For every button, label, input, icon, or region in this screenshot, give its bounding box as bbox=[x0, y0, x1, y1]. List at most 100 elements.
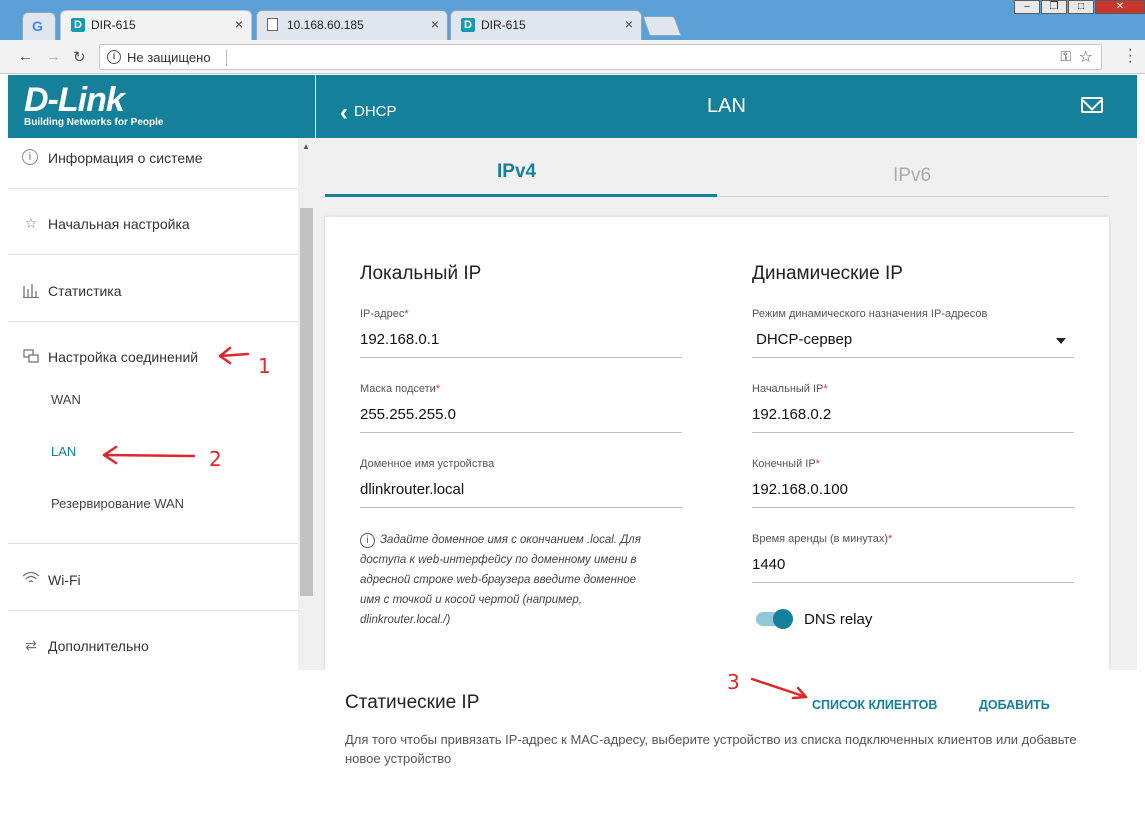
close-icon[interactable]: × bbox=[235, 16, 243, 32]
minimize-button[interactable]: – bbox=[1014, 0, 1040, 14]
input-underline bbox=[360, 507, 682, 508]
logo-text: D-Link bbox=[24, 81, 125, 119]
static-ip-description: Для того чтобы привязать IP-адрес к МАС-… bbox=[345, 732, 1077, 766]
tab-ipv6[interactable]: IPv6 bbox=[893, 165, 931, 187]
tab-title: DIR-615 bbox=[91, 18, 136, 32]
start-ip-input[interactable]: 192.168.0.2 bbox=[752, 406, 831, 423]
subnet-mask-input[interactable]: 255.255.255.0 bbox=[360, 406, 456, 423]
clients-list-button[interactable]: СПИСОК КЛИЕНТОВ bbox=[812, 698, 937, 712]
brand-logo[interactable]: D-Link Building Networks for People bbox=[8, 75, 315, 138]
sidebar-item-label: Wi-Fi bbox=[48, 572, 81, 588]
info-icon: i bbox=[22, 149, 38, 165]
divider bbox=[226, 49, 227, 66]
scroll-up-icon[interactable]: ▲ bbox=[302, 142, 310, 151]
dynamic-ip-title: Динамические IP bbox=[752, 263, 903, 284]
dhcp-mode-select[interactable]: DHCP-сервер bbox=[756, 331, 852, 348]
divider bbox=[8, 188, 298, 189]
end-ip-label: Конечный IP* bbox=[752, 458, 820, 470]
google-icon: G bbox=[32, 18, 43, 34]
star-icon: ☆ bbox=[24, 215, 38, 231]
arrows-icon: ⇄ bbox=[25, 637, 37, 653]
annotation-arrow-3 bbox=[750, 677, 808, 700]
input-underline bbox=[752, 582, 1074, 583]
sidebar-subitem-wan-backup[interactable]: Резервирование WAN bbox=[51, 496, 184, 511]
restore-button[interactable]: ❐ bbox=[1041, 0, 1067, 14]
dlink-favicon-icon: D bbox=[461, 18, 475, 32]
divider bbox=[8, 610, 298, 611]
active-tab-indicator bbox=[325, 194, 717, 197]
sidebar-item-label: Дополнительно bbox=[48, 638, 149, 654]
annotation-number-1: 1 bbox=[258, 354, 271, 378]
tab-title: 10.168.60.185 bbox=[287, 18, 364, 32]
reload-icon[interactable]: ↻ bbox=[73, 48, 86, 66]
divider bbox=[8, 321, 298, 322]
tab-ipv4[interactable]: IPv4 bbox=[497, 161, 536, 183]
static-ip-title: Статические IP bbox=[345, 692, 480, 713]
dns-relay-label: DNS relay bbox=[804, 611, 873, 628]
browser-titlebar: G D DIR-615 × 10.168.60.185 × D DIR-615 … bbox=[0, 0, 1145, 40]
lan-settings-card: Локальный IP IP-адрес* 192.168.0.1 Маска… bbox=[325, 217, 1109, 670]
dlink-favicon-icon: D bbox=[71, 18, 85, 32]
ip-address-label: IP-адрес* bbox=[360, 308, 409, 320]
security-label: Не защищено bbox=[127, 50, 211, 65]
google-app-tab[interactable]: G bbox=[22, 12, 56, 40]
forward-arrow-icon[interactable]: → bbox=[46, 48, 61, 65]
input-underline bbox=[360, 357, 682, 358]
key-icon[interactable]: ⚿ bbox=[1060, 48, 1071, 65]
close-icon[interactable]: × bbox=[625, 16, 633, 32]
divider bbox=[8, 543, 298, 544]
browser-tab-3[interactable]: D DIR-615 × bbox=[450, 10, 642, 40]
lease-time-input[interactable]: 1440 bbox=[752, 556, 785, 573]
sidebar-item-label: Информация о системе bbox=[48, 150, 203, 166]
input-underline bbox=[752, 507, 1074, 508]
browser-tab-1[interactable]: D DIR-615 × bbox=[60, 10, 252, 40]
sidebar-subitem-wan[interactable]: WAN bbox=[51, 392, 81, 407]
annotation-number-3: 3 bbox=[727, 670, 740, 694]
logo-tagline: Building Networks for People bbox=[24, 117, 164, 128]
sidebar-item-label: Настройка соединений bbox=[48, 349, 199, 365]
chevron-down-icon[interactable] bbox=[1056, 338, 1066, 344]
sidebar-subitem-lan[interactable]: LAN bbox=[51, 444, 76, 459]
dhcp-mode-label: Режим динамического назначения IP-адресо… bbox=[752, 308, 988, 320]
end-ip-input[interactable]: 192.168.0.100 bbox=[752, 481, 848, 498]
new-tab-button[interactable] bbox=[642, 16, 682, 36]
input-underline bbox=[360, 432, 682, 433]
ip-address-input[interactable]: 192.168.0.1 bbox=[360, 331, 439, 348]
subnet-mask-label: Маска подсети* bbox=[360, 383, 441, 395]
tab-title: DIR-615 bbox=[481, 18, 526, 32]
input-underline bbox=[752, 357, 1074, 358]
sidebar-item-label: Статистика bbox=[48, 283, 122, 299]
page-header: ‹ DHCP LAN bbox=[316, 75, 1137, 138]
address-bar[interactable]: i Не защищено ⚿ ☆ bbox=[99, 44, 1102, 70]
ip-version-tabs: IPv4 IPv6 bbox=[325, 143, 1109, 197]
page-title: LAN bbox=[707, 95, 746, 117]
bookmark-star-icon[interactable]: ☆ bbox=[1079, 47, 1093, 67]
domain-name-label: Доменное имя устройства bbox=[360, 458, 495, 470]
wifi-icon bbox=[22, 571, 40, 589]
info-icon[interactable]: i bbox=[107, 50, 121, 64]
sidebar-scrollbar-thumb[interactable] bbox=[300, 208, 313, 596]
page-icon bbox=[267, 18, 278, 31]
maximize-button[interactable]: □ bbox=[1068, 0, 1094, 14]
mail-icon[interactable] bbox=[1081, 97, 1103, 113]
browser-toolbar: ← → ↻ i Не защищено ⚿ ☆ · · · bbox=[0, 40, 1145, 74]
local-ip-title: Локальный IP bbox=[360, 263, 482, 284]
domain-name-input[interactable]: dlinkrouter.local bbox=[360, 481, 464, 498]
close-window-button[interactable]: ✕ bbox=[1095, 0, 1145, 14]
lease-time-label: Время аренды (в минутах)* bbox=[752, 533, 893, 545]
connections-icon bbox=[22, 348, 40, 366]
add-button[interactable]: ДОБАВИТЬ bbox=[979, 698, 1050, 712]
router-page: D-Link Building Networks for People i Ин… bbox=[8, 75, 1137, 670]
annotation-number-2: 2 bbox=[209, 447, 222, 471]
start-ip-label: Начальный IP* bbox=[752, 383, 828, 395]
dns-relay-toggle-knob[interactable] bbox=[773, 609, 793, 629]
divider bbox=[8, 254, 298, 255]
menu-dots-icon[interactable]: · · · bbox=[1128, 42, 1133, 70]
bar-chart-icon bbox=[22, 282, 40, 300]
browser-tab-2[interactable]: 10.168.60.185 × bbox=[256, 10, 448, 40]
back-arrow-icon[interactable]: ← bbox=[18, 48, 33, 65]
tab-underline bbox=[717, 196, 1109, 197]
input-underline bbox=[752, 432, 1074, 433]
close-icon[interactable]: × bbox=[431, 16, 439, 32]
domain-hint: Задайте доменное имя с окончанием .local… bbox=[360, 534, 641, 626]
